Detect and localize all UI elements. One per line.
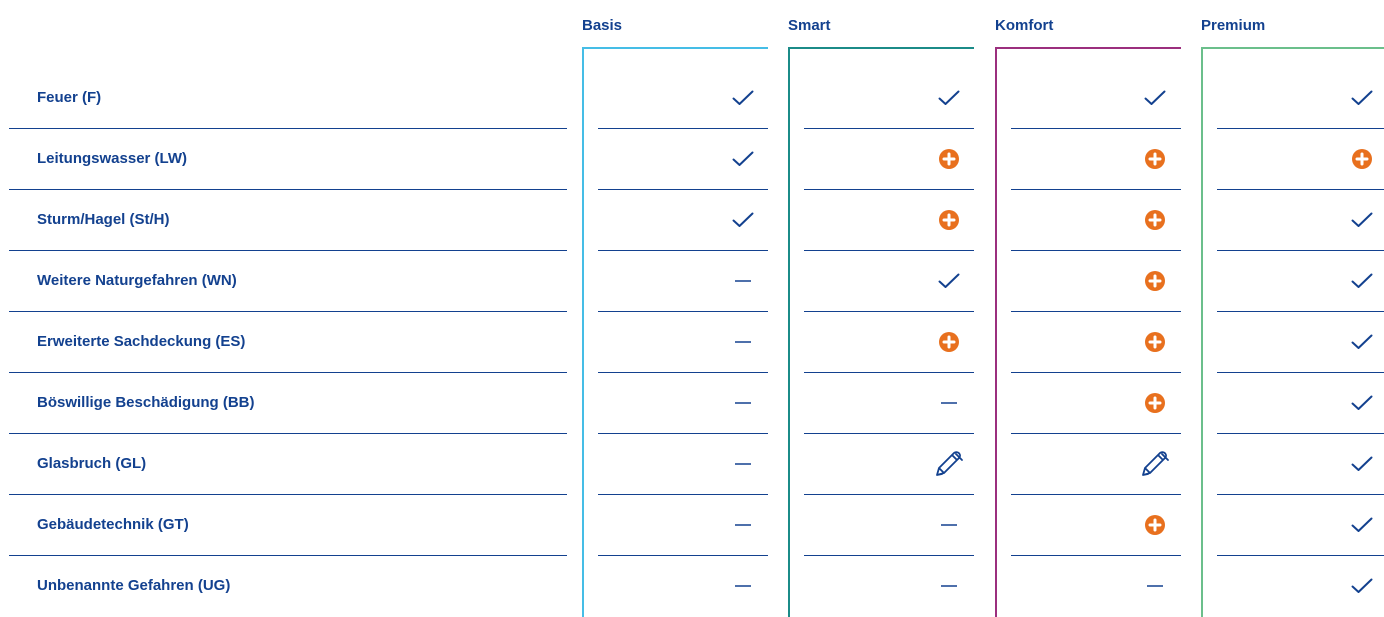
row-separator xyxy=(1217,128,1384,129)
checkmark-icon xyxy=(937,86,961,110)
row-separator xyxy=(598,494,768,495)
plan-header-smart: Smart xyxy=(788,17,831,34)
checkmark-icon xyxy=(937,269,961,293)
row-separator xyxy=(804,128,974,129)
row-separator xyxy=(9,250,567,251)
row-separator xyxy=(804,555,974,556)
plan-header-komfort: Komfort xyxy=(995,17,1054,34)
plus-circle-icon xyxy=(937,208,961,232)
checkmark-icon xyxy=(1350,269,1374,293)
plus-circle-icon xyxy=(1143,269,1167,293)
checkmark-icon xyxy=(1350,208,1374,232)
row-separator xyxy=(804,250,974,251)
checkmark-icon xyxy=(1143,86,1167,110)
row-separator xyxy=(1217,433,1384,434)
pen-icon xyxy=(934,451,964,476)
pen-icon xyxy=(1140,451,1170,476)
row-separator xyxy=(804,372,974,373)
row-separator xyxy=(598,433,768,434)
row-separator xyxy=(1217,311,1384,312)
plus-circle-icon xyxy=(1143,513,1167,537)
dash-icon xyxy=(1143,574,1167,598)
coverage-row-label: Weitere Naturgefahren (WN) xyxy=(37,272,237,289)
row-separator xyxy=(1011,250,1181,251)
coverage-row-label: Glasbruch (GL) xyxy=(37,455,147,472)
row-separator xyxy=(9,372,567,373)
row-separator xyxy=(598,372,768,373)
coverage-row-label: Gebäudetechnik (GT) xyxy=(37,516,189,533)
checkmark-icon xyxy=(1350,391,1374,415)
row-separator xyxy=(9,433,567,434)
row-separator xyxy=(9,128,567,129)
coverage-row-label: Feuer (F) xyxy=(37,89,102,106)
plan-header-basis: Basis xyxy=(582,17,623,34)
row-separator xyxy=(804,311,974,312)
row-separator xyxy=(1011,555,1181,556)
plan-header-premium: Premium xyxy=(1201,17,1266,34)
row-separator xyxy=(598,128,768,129)
row-separator xyxy=(598,555,768,556)
plus-circle-icon xyxy=(1143,147,1167,171)
row-separator xyxy=(598,189,768,190)
checkmark-icon xyxy=(1350,452,1374,476)
coverage-row-label: Leitungswasser (LW) xyxy=(37,150,188,167)
dash-icon xyxy=(731,574,755,598)
dash-icon xyxy=(937,391,961,415)
checkmark-icon xyxy=(731,147,755,171)
row-separator xyxy=(598,250,768,251)
checkmark-icon xyxy=(1350,86,1374,110)
row-separator xyxy=(9,555,567,556)
row-separator xyxy=(1011,189,1181,190)
coverage-row-label: Sturm/Hagel (St/H) xyxy=(37,211,170,228)
row-separator xyxy=(9,311,567,312)
row-separator xyxy=(1011,433,1181,434)
coverage-row-label: Erweiterte Sachdeckung (ES) xyxy=(37,333,246,350)
dash-icon xyxy=(937,574,961,598)
checkmark-icon xyxy=(1350,330,1374,354)
dash-icon xyxy=(731,452,755,476)
row-separator xyxy=(1011,128,1181,129)
row-separator xyxy=(1217,494,1384,495)
plus-circle-icon xyxy=(1143,330,1167,354)
dash-icon xyxy=(731,269,755,293)
row-separator xyxy=(1011,494,1181,495)
coverage-row-label: Böswillige Beschädigung (BB) xyxy=(37,394,255,411)
plus-circle-icon xyxy=(1143,391,1167,415)
dash-icon xyxy=(937,513,961,537)
plus-circle-icon xyxy=(937,330,961,354)
plus-circle-icon xyxy=(1350,147,1374,171)
checkmark-icon xyxy=(1350,513,1374,537)
dash-icon xyxy=(731,391,755,415)
row-separator xyxy=(1217,189,1384,190)
row-separator xyxy=(1011,372,1181,373)
row-separator xyxy=(9,494,567,495)
row-separator xyxy=(804,494,974,495)
row-separator xyxy=(1217,372,1384,373)
row-separator xyxy=(1217,250,1384,251)
coverage-row-label: Unbenannte Gefahren (UG) xyxy=(37,577,231,594)
checkmark-icon xyxy=(731,86,755,110)
row-separator xyxy=(9,189,567,190)
row-separator xyxy=(1011,311,1181,312)
plus-circle-icon xyxy=(937,147,961,171)
row-separator xyxy=(804,189,974,190)
row-separator xyxy=(598,311,768,312)
row-separator xyxy=(1217,555,1384,556)
dash-icon xyxy=(731,513,755,537)
dash-icon xyxy=(731,330,755,354)
row-separator xyxy=(804,433,974,434)
plus-circle-icon xyxy=(1143,208,1167,232)
checkmark-icon xyxy=(731,208,755,232)
checkmark-icon xyxy=(1350,574,1374,598)
